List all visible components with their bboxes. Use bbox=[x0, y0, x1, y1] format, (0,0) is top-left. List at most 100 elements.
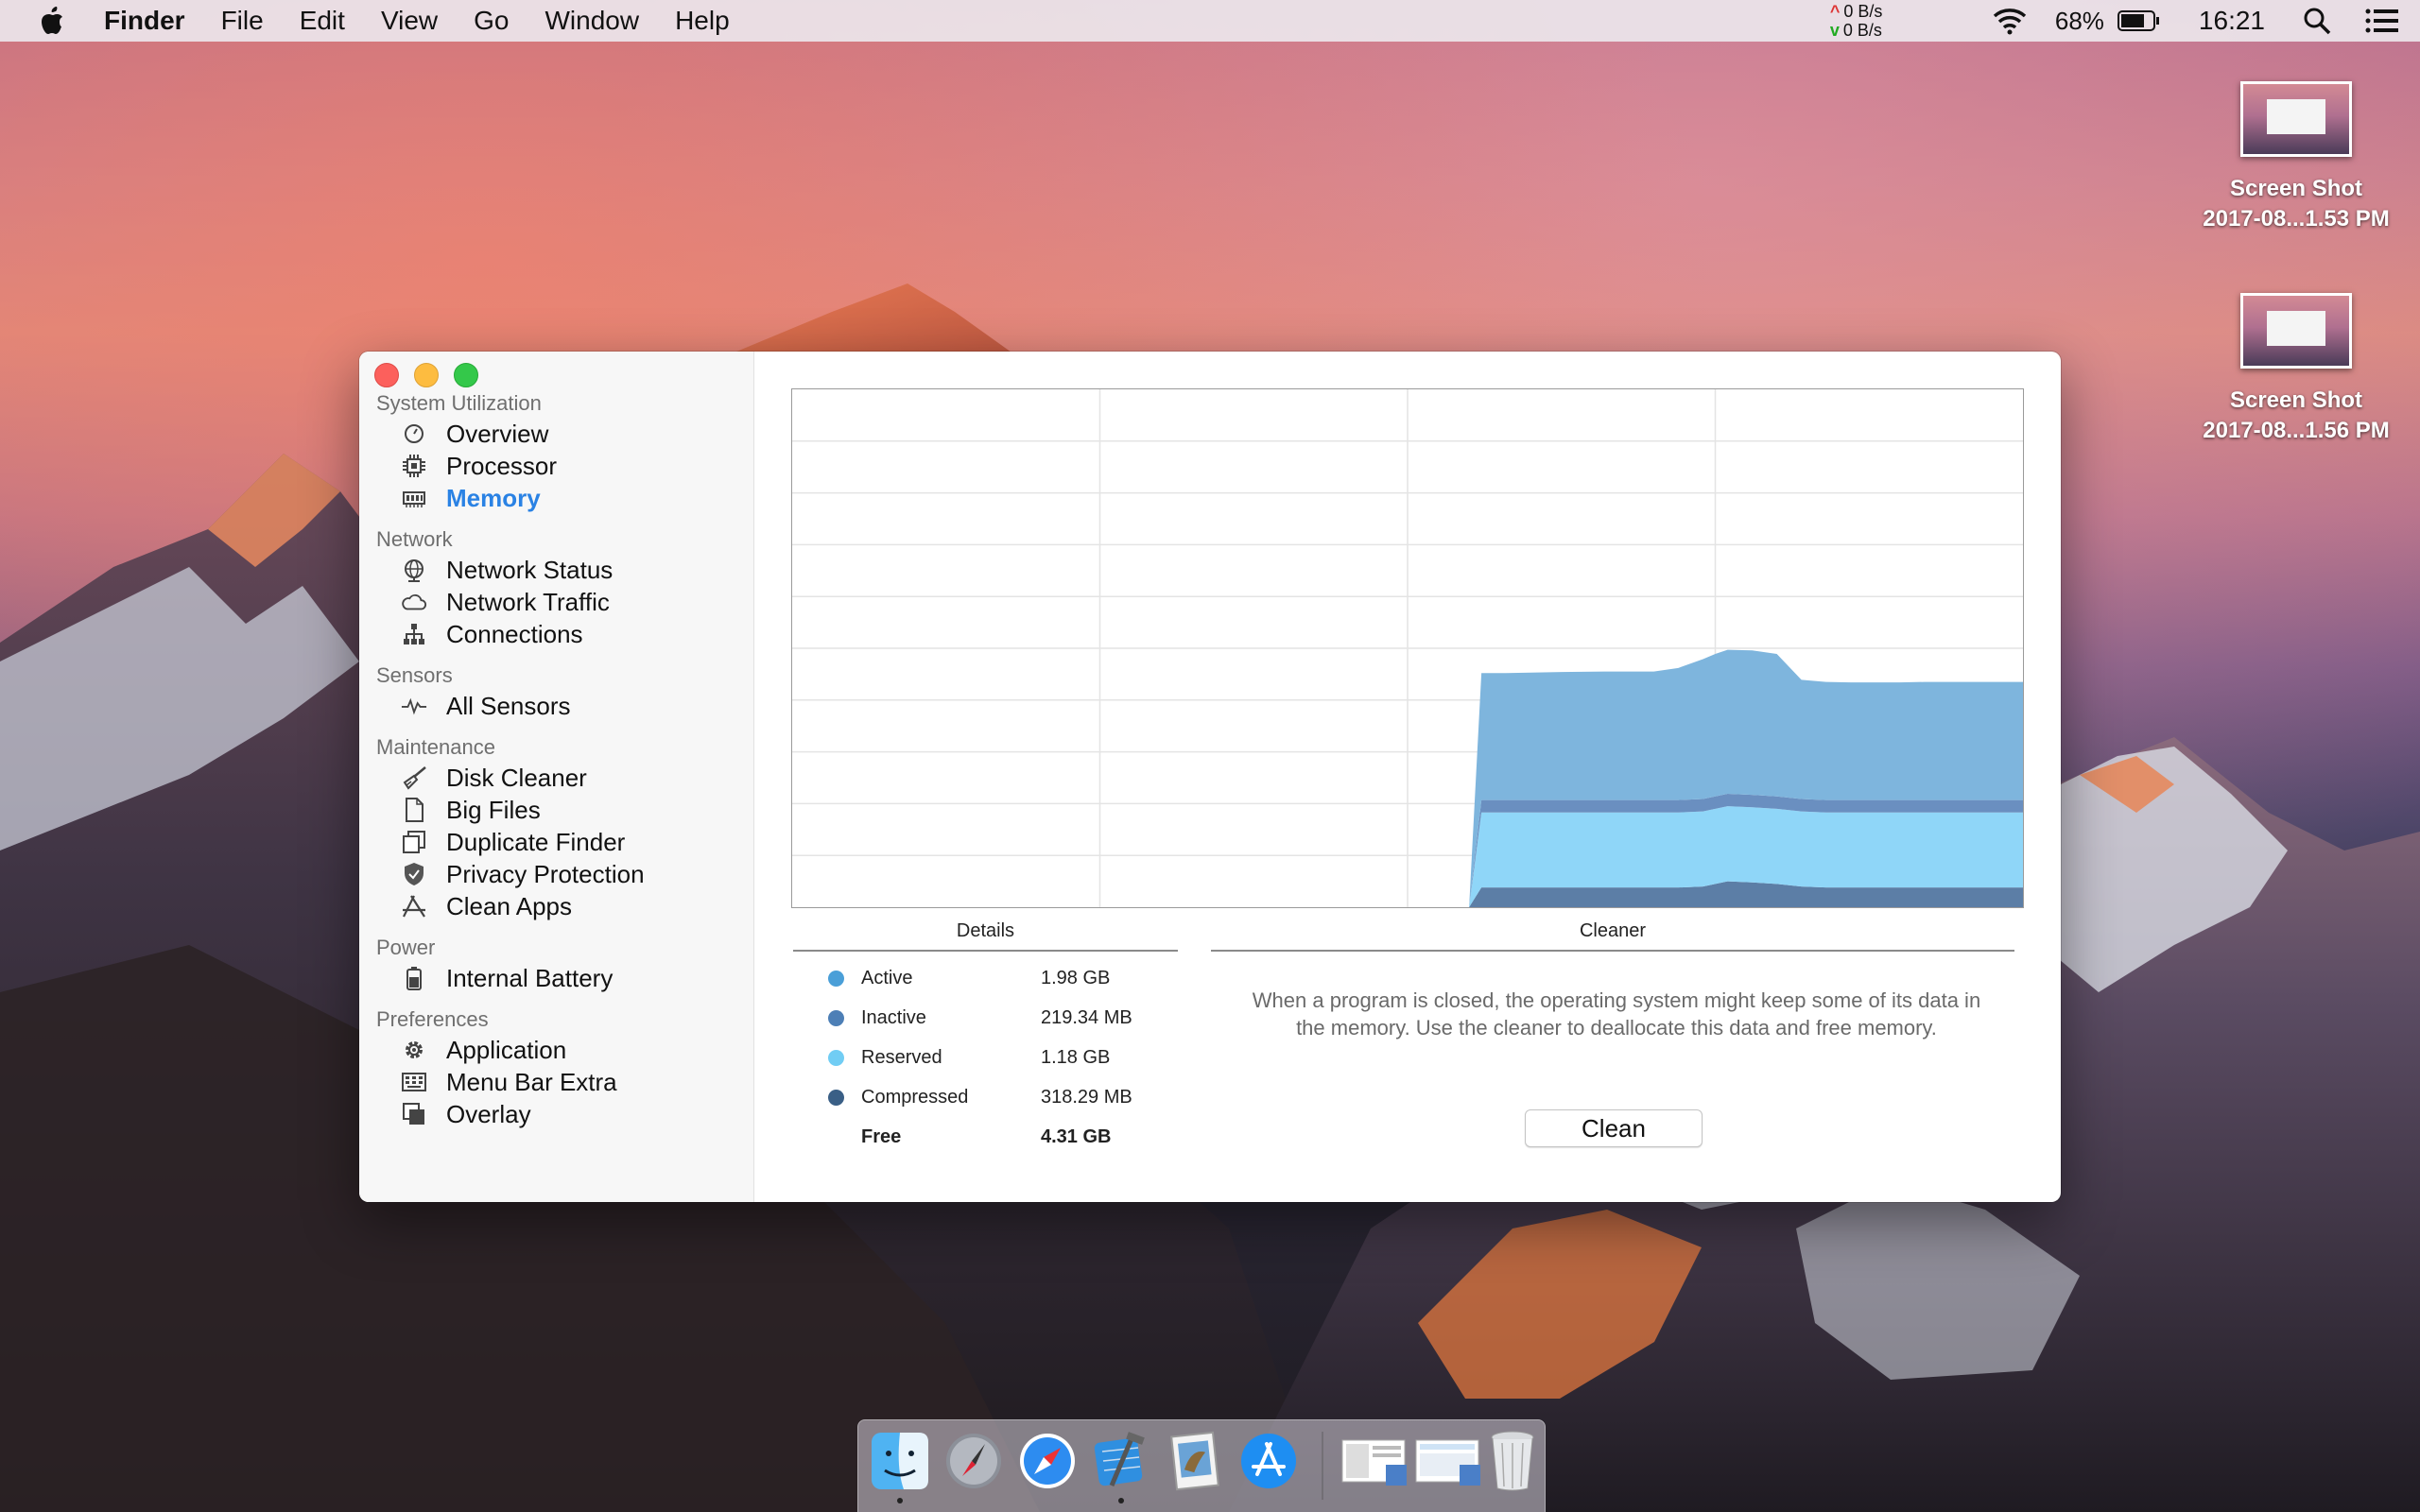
sidebar-item-network-status[interactable]: Network Status bbox=[359, 554, 753, 586]
sidebar-group-power: Power bbox=[376, 936, 436, 959]
desktop-file-screenshot-1[interactable]: Screen Shot 2017-08...1.53 PM bbox=[2183, 81, 2410, 234]
sidebar-item-memory[interactable]: Memory bbox=[359, 482, 753, 514]
sidebar-item-label: All Sensors bbox=[446, 691, 571, 720]
sidebar-item-label: Overlay bbox=[446, 1099, 531, 1128]
sidebar: System Utilization Overview Processor Me… bbox=[359, 352, 754, 1202]
search-icon[interactable] bbox=[2303, 7, 2331, 35]
sidebar-item-big-files[interactable]: Big Files bbox=[359, 794, 753, 826]
sidebar-group-preferences: Preferences bbox=[376, 1007, 489, 1031]
desktop-file-name: Screen Shot bbox=[2229, 387, 2363, 413]
menu-file[interactable]: File bbox=[203, 0, 282, 42]
screenshot-stack-icon[interactable] bbox=[1414, 1430, 1484, 1492]
legend-dot bbox=[828, 1049, 844, 1066]
zoom-button[interactable] bbox=[454, 363, 478, 387]
battery-icon bbox=[401, 965, 427, 991]
sidebar-item-all-sensors[interactable]: All Sensors bbox=[359, 690, 753, 722]
clean-button[interactable]: Clean bbox=[1525, 1109, 1703, 1147]
sidebar-item-connections[interactable]: Connections bbox=[359, 618, 753, 650]
net-up-speed: 0 B/s bbox=[1830, 2, 1944, 21]
sidebar-item-label: Big Files bbox=[446, 795, 541, 824]
broom-icon bbox=[401, 765, 427, 791]
battery-icon[interactable] bbox=[2117, 9, 2161, 32]
keyboard-icon bbox=[401, 1069, 427, 1095]
safari-icon[interactable] bbox=[1017, 1430, 1078, 1492]
list-icon[interactable] bbox=[2365, 8, 2399, 34]
close-button[interactable] bbox=[374, 363, 399, 387]
detail-value: 4.31 GB bbox=[1041, 1125, 1112, 1147]
cleaner-description: When a program is closed, the operating … bbox=[1252, 988, 1981, 1040]
cpu-icon bbox=[401, 453, 427, 479]
detail-value: 219.34 MB bbox=[1041, 1006, 1132, 1028]
minimize-button[interactable] bbox=[414, 363, 439, 387]
app-window: System Utilization Overview Processor Me… bbox=[359, 352, 2061, 1202]
window-controls bbox=[374, 363, 478, 387]
sidebar-item-network-traffic[interactable]: Network Traffic bbox=[359, 586, 753, 618]
desktop-file-screenshot-2[interactable]: Screen Shot 2017-08...1.56 PM bbox=[2183, 293, 2410, 446]
details-header: Details bbox=[793, 920, 1178, 952]
app-store-icon[interactable] bbox=[1238, 1430, 1299, 1492]
sidebar-item-label: Internal Battery bbox=[446, 963, 614, 992]
net-down-speed: 0 B/s bbox=[1830, 21, 1944, 40]
sidebar-item-menu-bar-extra[interactable]: Menu Bar Extra bbox=[359, 1066, 753, 1098]
xcode-icon[interactable] bbox=[1091, 1430, 1151, 1503]
menu-window[interactable]: Window bbox=[527, 0, 657, 42]
sidebar-item-label: Processor bbox=[446, 451, 558, 480]
detail-row-compressed: Compressed 318.29 MB bbox=[828, 1083, 1150, 1111]
sidebar-item-label: Connections bbox=[446, 619, 583, 648]
menu-bar: Finder File Edit View Go Window Help 0 B… bbox=[0, 0, 2420, 42]
sidebar-item-label: Duplicate Finder bbox=[446, 827, 626, 856]
apple-logo-icon[interactable] bbox=[0, 0, 104, 42]
running-indicator bbox=[1118, 1498, 1124, 1503]
detail-value: 318.29 MB bbox=[1041, 1086, 1132, 1108]
sidebar-item-disk-cleaner[interactable]: Disk Cleaner bbox=[359, 762, 753, 794]
menu-go[interactable]: Go bbox=[456, 0, 527, 42]
sidebar-item-label: Network Status bbox=[446, 555, 614, 584]
sidebar-item-internal-battery[interactable]: Internal Battery bbox=[359, 962, 753, 994]
sidebar-item-privacy-protection[interactable]: Privacy Protection bbox=[359, 858, 753, 890]
finder-icon[interactable] bbox=[870, 1430, 930, 1503]
screenshot-stack-icon[interactable] bbox=[1340, 1430, 1410, 1492]
app-store-icon bbox=[401, 893, 427, 919]
menu-view[interactable]: View bbox=[363, 0, 456, 42]
clock[interactable]: 16:21 bbox=[2199, 6, 2265, 36]
launchpad-icon[interactable] bbox=[943, 1430, 1004, 1492]
detail-value: 1.18 GB bbox=[1041, 1046, 1111, 1068]
legend-dot bbox=[828, 1009, 844, 1026]
memory-chart-svg bbox=[792, 389, 2023, 907]
network-speed-indicator[interactable]: 0 B/s 0 B/s bbox=[1830, 2, 1944, 40]
gear-icon bbox=[401, 1037, 427, 1063]
document-icon bbox=[401, 797, 427, 823]
desktop-file-date: 2017-08...1.56 PM bbox=[2203, 418, 2390, 443]
sidebar-item-application[interactable]: Application bbox=[359, 1034, 753, 1066]
cloud-icon bbox=[401, 589, 427, 615]
sidebar-item-overview[interactable]: Overview bbox=[359, 418, 753, 450]
sidebar-item-label: Disk Cleaner bbox=[446, 763, 587, 792]
sidebar-item-overlay[interactable]: Overlay bbox=[359, 1098, 753, 1130]
trash-icon[interactable] bbox=[1486, 1430, 1539, 1492]
pulse-icon bbox=[401, 693, 427, 719]
detail-value: 1.98 GB bbox=[1041, 967, 1111, 988]
detail-row-inactive: Inactive 219.34 MB bbox=[828, 1004, 1150, 1032]
legend-dot bbox=[828, 1089, 844, 1106]
detail-label: Reserved bbox=[861, 1046, 942, 1068]
memory-chart bbox=[791, 388, 2024, 908]
detail-label: Free bbox=[861, 1125, 902, 1147]
sidebar-item-label: Privacy Protection bbox=[446, 859, 645, 888]
dock bbox=[857, 1419, 1546, 1512]
desktop-file-date: 2017-08...1.53 PM bbox=[2203, 206, 2390, 232]
sidebar-group-maintenance: Maintenance bbox=[376, 735, 495, 759]
desktop-file-name: Screen Shot bbox=[2229, 176, 2363, 201]
shield-icon bbox=[401, 861, 427, 887]
sidebar-item-clean-apps[interactable]: Clean Apps bbox=[359, 890, 753, 922]
preview-icon[interactable] bbox=[1165, 1430, 1225, 1492]
globe-icon bbox=[401, 557, 427, 583]
menu-edit[interactable]: Edit bbox=[282, 0, 363, 42]
menu-help[interactable]: Help bbox=[657, 0, 748, 42]
menu-app-name[interactable]: Finder bbox=[104, 0, 203, 42]
sidebar-item-duplicate-finder[interactable]: Duplicate Finder bbox=[359, 826, 753, 858]
wifi-icon[interactable] bbox=[1991, 7, 2029, 35]
battery-percent: 68% bbox=[2054, 6, 2104, 35]
sidebar-item-label: Clean Apps bbox=[446, 891, 572, 920]
sidebar-item-label: Menu Bar Extra bbox=[446, 1067, 617, 1096]
sidebar-item-processor[interactable]: Processor bbox=[359, 450, 753, 482]
